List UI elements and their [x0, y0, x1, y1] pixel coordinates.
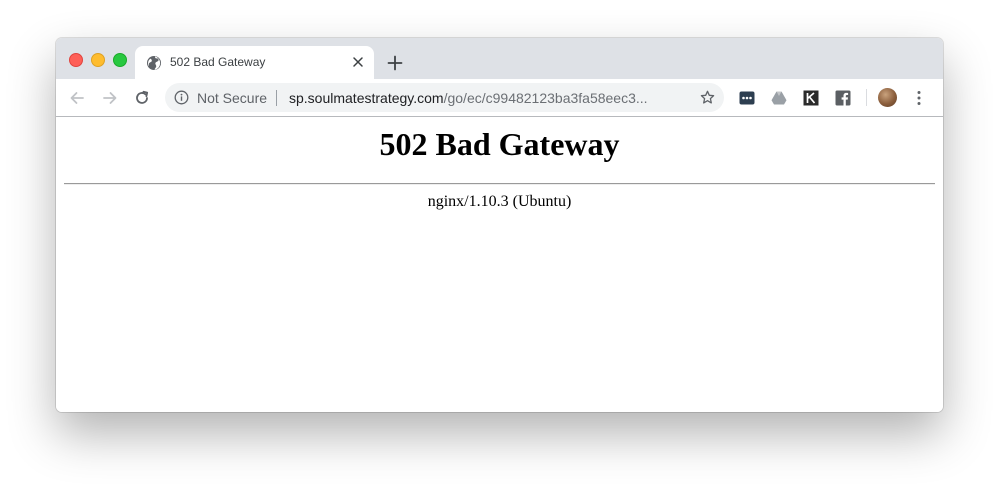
extensions-divider — [866, 89, 867, 106]
kindle-icon[interactable] — [803, 90, 819, 106]
ellipsis-extension-icon[interactable] — [739, 90, 755, 106]
back-icon[interactable] — [68, 89, 86, 107]
minimize-window-button[interactable] — [91, 53, 105, 67]
google-drive-icon[interactable] — [771, 90, 787, 106]
browser-window: 502 Bad Gateway Not Secure sp.soulmatest… — [56, 38, 943, 412]
zoom-window-button[interactable] — [113, 53, 127, 67]
toolbar: Not Secure sp.soulmatestrategy.com/go/ec… — [56, 79, 943, 117]
facebook-icon[interactable] — [835, 90, 851, 106]
security-label[interactable]: Not Secure — [197, 90, 267, 106]
forward-icon[interactable] — [101, 89, 119, 107]
window-controls — [69, 53, 127, 67]
tab-strip: 502 Bad Gateway — [56, 38, 943, 79]
page-title: 502 Bad Gateway — [379, 126, 620, 162]
tab-active[interactable]: 502 Bad Gateway — [135, 46, 374, 79]
page-content: 502 Bad Gateway nginx/1.10.3 (Ubuntu) — [56, 117, 943, 412]
more-menu-icon[interactable] — [916, 90, 922, 106]
close-tab-icon[interactable] — [352, 56, 364, 68]
tab-title: 502 Bad Gateway — [170, 55, 266, 69]
new-tab-icon[interactable] — [387, 55, 403, 71]
divider — [64, 183, 935, 185]
address-bar[interactable]: Not Secure sp.soulmatestrategy.com/go/ec… — [165, 83, 724, 112]
profile-avatar[interactable] — [878, 88, 897, 107]
star-icon[interactable] — [700, 90, 715, 105]
url-host: sp.soulmatestrategy.com — [289, 90, 444, 106]
url-path: /go/ec/c99482123ba3fa58eec3... — [443, 90, 648, 106]
info-icon[interactable] — [174, 90, 189, 105]
url-text[interactable]: sp.soulmatestrategy.com/go/ec/c99482123b… — [289, 90, 684, 106]
globe-icon — [147, 56, 161, 70]
close-window-button[interactable] — [69, 53, 83, 67]
omnibox-divider — [276, 90, 277, 106]
server-signature: nginx/1.10.3 (Ubuntu) — [427, 193, 572, 210]
reload-icon[interactable] — [133, 89, 151, 107]
